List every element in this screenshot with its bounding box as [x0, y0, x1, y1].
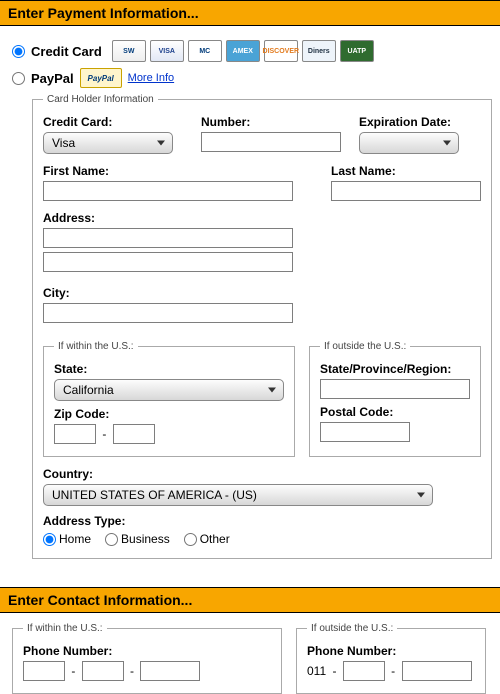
- phone-line-input[interactable]: [140, 661, 200, 681]
- address-type-other-radio[interactable]: [184, 533, 197, 546]
- paypal-label: PayPal: [31, 71, 74, 86]
- address-type-label: Address Type:: [43, 514, 481, 528]
- credit-card-type-label: Credit Card:: [43, 115, 183, 129]
- card-amex-icon: AMEX: [226, 40, 260, 62]
- more-info-link[interactable]: More Info: [128, 72, 174, 84]
- expiration-label: Expiration Date:: [359, 115, 479, 129]
- contact-us-legend: If within the U.S.:: [23, 623, 107, 634]
- card-mastercard-icon: MC: [188, 40, 222, 62]
- zip2-input[interactable]: [113, 424, 155, 444]
- state-select[interactable]: California: [54, 379, 284, 401]
- address-type-business-label: Business: [121, 532, 170, 546]
- zip-dash: -: [99, 427, 109, 441]
- intl-phone-label: Phone Number:: [307, 644, 475, 658]
- postal-input[interactable]: [320, 422, 410, 442]
- address-line1-input[interactable]: [43, 228, 293, 248]
- first-name-label: First Name:: [43, 164, 313, 178]
- intl-phone-1-input[interactable]: [343, 661, 385, 681]
- contact-intl-legend: If outside the U.S.:: [307, 623, 397, 634]
- region-input[interactable]: [320, 379, 470, 399]
- last-name-input[interactable]: [331, 181, 481, 201]
- intl-phone-2-input[interactable]: [402, 661, 472, 681]
- phone-label: Phone Number:: [23, 644, 271, 658]
- card-number-input[interactable]: [201, 132, 341, 152]
- last-name-label: Last Name:: [331, 164, 481, 178]
- card-sw-icon: SW: [112, 40, 146, 62]
- card-visa-icon: VISA: [150, 40, 184, 62]
- intl-phone-prefix: 011: [307, 664, 326, 678]
- address-type-home-label: Home: [59, 532, 91, 546]
- first-name-input[interactable]: [43, 181, 293, 201]
- card-uatp-icon: UATP: [340, 40, 374, 62]
- postal-label: Postal Code:: [320, 405, 470, 419]
- address-type-business-radio[interactable]: [105, 533, 118, 546]
- card-discover-icon: DISCOVER: [264, 40, 298, 62]
- card-diners-icon: Diners: [302, 40, 336, 62]
- region-label: State/Province/Region:: [320, 362, 470, 376]
- address-type-other-label: Other: [200, 532, 230, 546]
- credit-card-radio[interactable]: [12, 45, 25, 58]
- intl-dash-1: -: [329, 664, 339, 678]
- country-select[interactable]: UNITED STATES OF AMERICA - (US): [43, 484, 433, 506]
- phone-dash-2: -: [127, 664, 137, 678]
- phone-dash-1: -: [68, 664, 78, 678]
- phone-prefix-input[interactable]: [82, 661, 124, 681]
- cardholder-legend: Card Holder Information: [43, 94, 158, 105]
- credit-card-label: Credit Card: [31, 44, 102, 59]
- city-input[interactable]: [43, 303, 293, 323]
- country-label: Country:: [43, 467, 481, 481]
- us-legend: If within the U.S.:: [54, 341, 138, 352]
- card-badge-strip: SW VISA MC AMEX DISCOVER Diners UATP: [112, 40, 374, 62]
- paypal-radio[interactable]: [12, 72, 25, 85]
- intl-dash-2: -: [388, 664, 398, 678]
- address-line2-input[interactable]: [43, 252, 293, 272]
- expiration-month-select[interactable]: [359, 132, 459, 154]
- address-label: Address:: [43, 211, 481, 225]
- payment-header: Enter Payment Information...: [0, 0, 500, 26]
- contact-header: Enter Contact Information...: [0, 587, 500, 613]
- state-label: State:: [54, 362, 284, 376]
- zip-label: Zip Code:: [54, 407, 284, 421]
- city-label: City:: [43, 286, 481, 300]
- paypal-icon: PayPal: [80, 68, 122, 88]
- phone-area-input[interactable]: [23, 661, 65, 681]
- zip1-input[interactable]: [54, 424, 96, 444]
- intl-legend: If outside the U.S.:: [320, 341, 410, 352]
- address-type-home-radio[interactable]: [43, 533, 56, 546]
- credit-card-type-select[interactable]: Visa: [43, 132, 173, 154]
- card-number-label: Number:: [201, 115, 341, 129]
